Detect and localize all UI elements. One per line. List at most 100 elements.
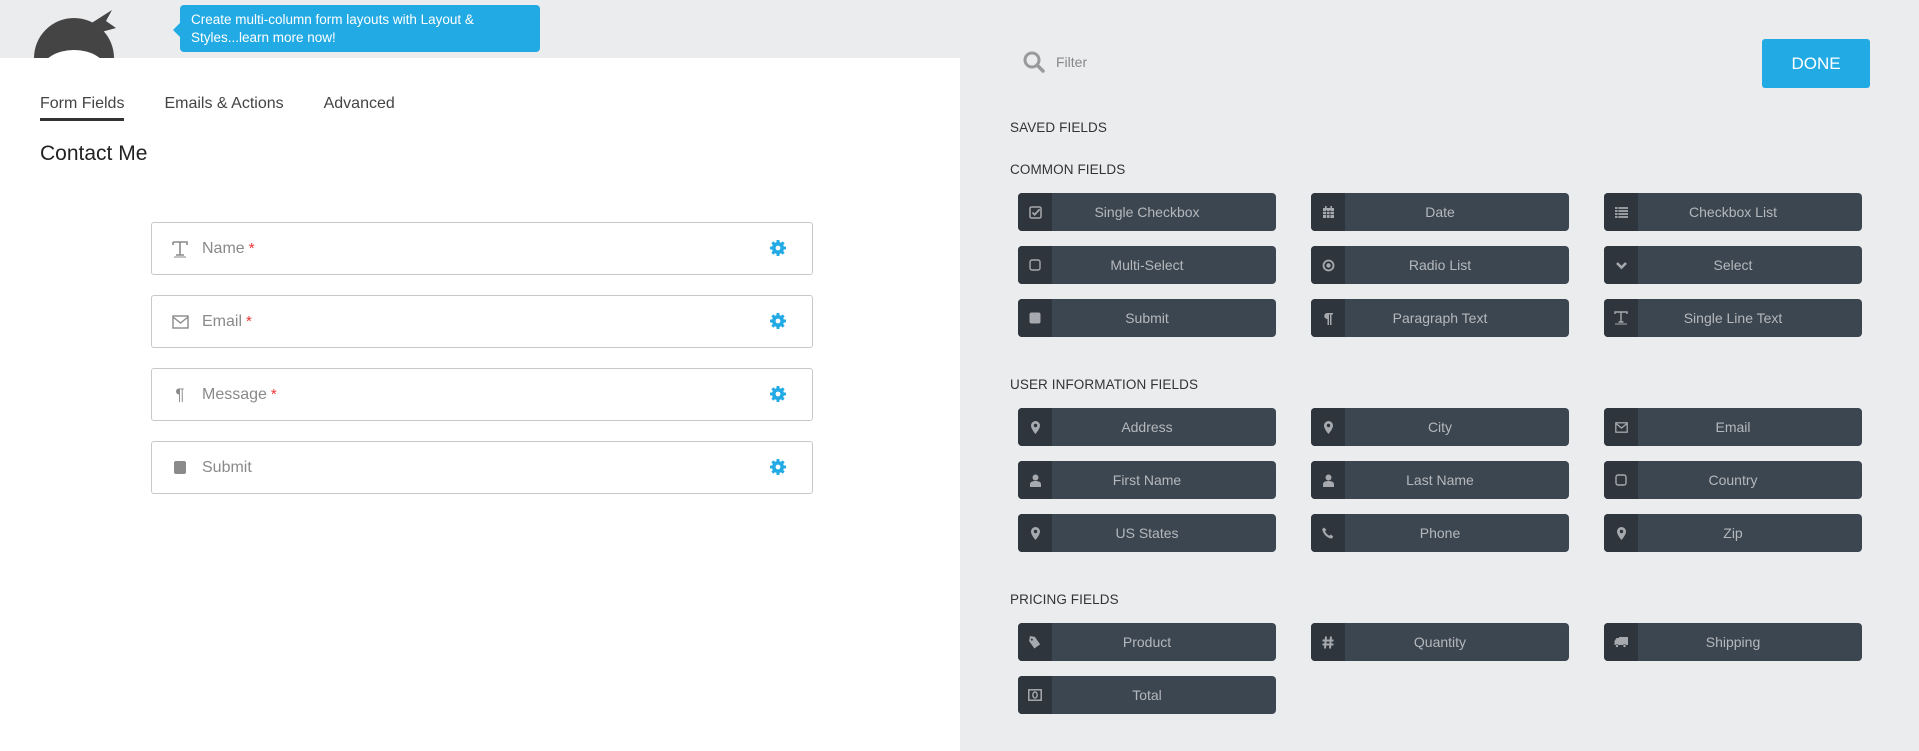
field-button-shipping[interactable]: Shipping [1604, 623, 1862, 661]
field-button-multi-select[interactable]: Multi-Select [1018, 246, 1276, 284]
form-field-name[interactable]: Name * [151, 222, 813, 275]
field-button-label: Phone [1419, 525, 1461, 541]
field-button-single-checkbox[interactable]: Single Checkbox [1018, 193, 1276, 231]
gear-icon[interactable] [769, 312, 787, 330]
search-icon [1022, 50, 1046, 74]
field-button-label: Multi-Select [1110, 257, 1184, 273]
required-marker: * [270, 386, 277, 403]
tab-emails-actions[interactable]: Emails & Actions [164, 95, 283, 121]
form-field-submit[interactable]: Submit [151, 441, 813, 494]
text-cursor-icon [170, 240, 190, 258]
field-button-label: Single Line Text [1683, 310, 1783, 326]
field-button-single-line-text[interactable]: Single Line Text [1604, 299, 1862, 337]
field-button-label: Submit [1125, 310, 1169, 326]
map-marker-icon [1604, 514, 1638, 552]
gear-icon[interactable] [769, 458, 787, 476]
form-field-message[interactable]: ¶ Message * [151, 368, 813, 421]
field-button-label: City [1427, 419, 1453, 435]
section-saved-fields: SAVED FIELDS [1010, 120, 1107, 135]
calendar-icon [1311, 193, 1345, 231]
paragraph-icon: ¶ [175, 384, 185, 404]
field-button-label: Shipping [1705, 634, 1761, 650]
section-common-fields: COMMON FIELDS [1010, 162, 1126, 177]
field-button-label: Quantity [1413, 634, 1467, 650]
field-button-label: Radio List [1408, 257, 1472, 273]
field-button-label: Email [1715, 419, 1751, 435]
field-button-address[interactable]: Address [1018, 408, 1276, 446]
field-button-label: First Name [1112, 472, 1182, 488]
paragraph-icon [1311, 299, 1345, 337]
hashtag-icon [1311, 623, 1345, 661]
done-button[interactable]: DONE [1762, 39, 1870, 88]
field-button-quantity[interactable]: Quantity [1311, 623, 1569, 661]
tab-advanced[interactable]: Advanced [324, 95, 395, 121]
field-button-label: Select [1713, 257, 1753, 273]
promo-tooltip-text: Create multi-column form layouts with La… [191, 12, 474, 45]
promo-tooltip[interactable]: Create multi-column form layouts with La… [173, 5, 540, 52]
map-marker-icon [1018, 408, 1052, 446]
field-button-label: Country [1708, 472, 1758, 488]
envelope-icon [170, 314, 190, 329]
field-button-label: Date [1425, 204, 1455, 220]
radio-icon [1311, 246, 1345, 284]
checkbox-checked-icon [1018, 193, 1052, 231]
field-label: Message [202, 385, 267, 403]
ninja-logo [20, 6, 132, 58]
form-field-email[interactable]: Email * [151, 295, 813, 348]
field-button-city[interactable]: City [1311, 408, 1569, 446]
builder-tabs: Form Fields Emails & Actions Advanced [40, 95, 435, 121]
field-button-last-name[interactable]: Last Name [1311, 461, 1569, 499]
list-icon [1604, 193, 1638, 231]
form-builder-panel: Form Fields Emails & Actions Advanced Co… [0, 58, 960, 751]
square-outline-icon [1604, 461, 1638, 499]
section-user-info-fields: USER INFORMATION FIELDS [1010, 377, 1199, 392]
user-icon [1311, 461, 1345, 499]
field-button-zip[interactable]: Zip [1604, 514, 1862, 552]
field-button-country[interactable]: Country [1604, 461, 1862, 499]
field-label: Name [202, 239, 245, 257]
square-icon [170, 460, 190, 475]
map-marker-icon [1311, 408, 1345, 446]
field-button-us-states[interactable]: US States [1018, 514, 1276, 552]
gear-icon[interactable] [769, 385, 787, 403]
user-icon [1018, 461, 1052, 499]
text-cursor-icon [1604, 299, 1638, 337]
filter-input[interactable] [1056, 54, 1356, 70]
field-button-label: US States [1115, 525, 1179, 541]
field-button-paragraph-text[interactable]: Paragraph Text [1311, 299, 1569, 337]
field-button-label: Paragraph Text [1392, 310, 1488, 326]
phone-icon [1311, 514, 1345, 552]
chevron-down-icon [1604, 246, 1638, 284]
field-button-product[interactable]: Product [1018, 623, 1276, 661]
required-marker: * [246, 313, 252, 330]
field-button-label: Product [1122, 634, 1172, 650]
truck-icon [1604, 623, 1638, 661]
tab-form-fields[interactable]: Form Fields [40, 95, 125, 121]
field-button-label: Single Checkbox [1094, 204, 1200, 220]
field-button-date[interactable]: Date [1311, 193, 1569, 231]
filter-bar [1022, 50, 1356, 74]
field-button-email[interactable]: Email [1604, 408, 1862, 446]
tag-icon [1018, 623, 1052, 661]
square-icon [1018, 299, 1052, 337]
field-button-phone[interactable]: Phone [1311, 514, 1569, 552]
envelope-icon [1604, 408, 1638, 446]
field-button-label: Total [1132, 687, 1162, 703]
gear-icon[interactable] [769, 239, 787, 257]
map-marker-icon [1018, 514, 1052, 552]
field-button-label: Address [1121, 419, 1173, 435]
field-button-first-name[interactable]: First Name [1018, 461, 1276, 499]
field-button-checkbox-list[interactable]: Checkbox List [1604, 193, 1862, 231]
money-icon [1018, 676, 1052, 714]
field-button-label: Zip [1723, 525, 1743, 541]
required-marker: * [248, 240, 255, 257]
field-button-select[interactable]: Select [1604, 246, 1862, 284]
square-outline-icon [1018, 246, 1052, 284]
field-button-submit[interactable]: Submit [1018, 299, 1276, 337]
field-button-total[interactable]: Total [1018, 676, 1276, 714]
field-button-radio-list[interactable]: Radio List [1311, 246, 1569, 284]
form-title: Contact Me [40, 142, 148, 165]
field-button-label: Checkbox List [1689, 204, 1777, 220]
field-label: Submit [202, 458, 252, 476]
section-pricing-fields: PRICING FIELDS [1010, 592, 1119, 607]
